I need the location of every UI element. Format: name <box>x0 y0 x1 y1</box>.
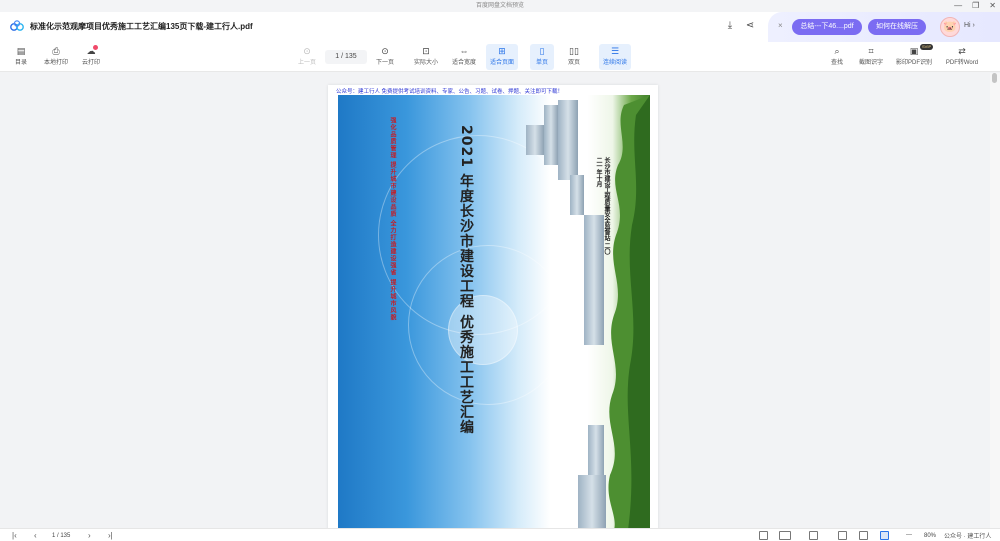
pdf-ocr-label: 影印PDF识别 <box>895 60 932 66</box>
close-icon[interactable]: ✕ <box>989 0 996 12</box>
fit-width-small-icon[interactable] <box>859 531 868 540</box>
scrollbar-thumb[interactable] <box>992 73 997 83</box>
vertical-scrollbar[interactable] <box>990 73 1000 528</box>
single-view-icon[interactable] <box>759 531 768 540</box>
next-page-icon: ⊙ <box>381 46 389 56</box>
greeting-link[interactable]: Hi › <box>964 22 975 29</box>
fit-page-small-icon[interactable] <box>880 531 889 540</box>
viewer-toolbar: ▤ 目录 ⎙ 本地打印 ☁ 云打印 ⊙ 上一页 1 / 135 ⊙ 下一页 ⊡ … <box>0 42 1000 72</box>
single-page-button[interactable]: ▯ 单页 <box>530 44 554 70</box>
bottom-page-indicator[interactable]: 1 / 135 <box>52 531 70 541</box>
window-title: 百度网盘文档预览 <box>475 3 524 9</box>
avatar[interactable]: 🐷 <box>940 17 960 37</box>
screenshot-ocr-button[interactable]: ⌗ 截图识字 <box>856 44 886 70</box>
cloud-print-button[interactable]: ☁ 云打印 <box>78 44 104 70</box>
prev-page-small-icon[interactable]: ‹ <box>34 530 37 541</box>
cover-title-line2: 优秀施工工艺汇编 <box>458 314 474 435</box>
screenshot-ocr-label: 截图识字 <box>858 60 883 66</box>
double-page-label: 双页 <box>567 60 580 66</box>
fit-page-label: 适合页面 <box>489 60 514 66</box>
page-notice-text: 公众号：建工行人 免费提供考试培训资料、专家、公告、习题、试卷、押题、关注即可下… <box>336 89 564 95</box>
recent-file-pill[interactable]: 总结---下46....pdf <box>792 19 862 35</box>
maximize-icon[interactable]: ❐ <box>972 0 979 12</box>
bottom-bar: |‹ ‹ 1 / 135 › ›| — 80% <box>0 528 1000 541</box>
document-viewport[interactable]: 公众号：建工行人 免费提供考试培训资料、专家、公告、习题、试卷、押题、关注即可下… <box>0 73 990 528</box>
toc-icon: ▤ <box>16 46 26 56</box>
search-label: 查找 <box>830 60 843 66</box>
cover-title: 2021 年度长沙市建设工程 优秀施工工艺汇编 <box>416 125 476 435</box>
cover-organization: 长沙市建设工程质量安全监督站 二〇二一年十月 <box>594 157 610 257</box>
promo-banner: × 总结---下46....pdf 如何在线解压 🐷 Hi › <box>768 12 1000 42</box>
promo-close-icon[interactable]: × <box>778 21 783 30</box>
window-controls: — ❐ ✕ <box>954 0 996 12</box>
single-page-label: 单页 <box>535 60 548 66</box>
zoom-level[interactable]: 80% <box>924 531 936 541</box>
fit-width-button[interactable]: ⇔ 适合宽度 <box>449 44 479 70</box>
double-page-icon: ▯▯ <box>569 46 579 56</box>
continuous-read-button[interactable]: ☰ 连续阅读 <box>599 44 631 70</box>
continuous-view-icon[interactable] <box>809 531 818 540</box>
prev-page-icon: ⊙ <box>303 46 311 56</box>
first-page-icon[interactable]: |‹ <box>12 530 17 541</box>
next-page-label: 下一页 <box>375 60 394 66</box>
pdf-to-word-button[interactable]: ⇄ PDF转Word <box>942 44 982 70</box>
cloud-print-label: 云打印 <box>81 60 100 66</box>
fit-width-label: 适合宽度 <box>451 60 476 66</box>
fit-width-icon: ⇔ <box>459 46 469 56</box>
pdf-page: 公众号：建工行人 免费提供考试培训资料、专家、公告、习题、试卷、押题、关注即可下… <box>328 85 658 528</box>
actual-size-small-icon[interactable] <box>838 531 847 540</box>
window-titlebar: 百度网盘文档预览 — ❐ ✕ <box>0 0 1000 12</box>
pdf-ocr-button[interactable]: ▣ SVIP 影印PDF识别 <box>894 44 934 70</box>
next-page-button[interactable]: ⊙ 下一页 <box>372 44 398 70</box>
last-page-icon[interactable]: ›| <box>108 530 113 541</box>
page-indicator[interactable]: 1 / 135 <box>325 50 367 64</box>
fit-page-button[interactable]: ⊞ 适合页面 <box>486 44 518 70</box>
online-unzip-pill[interactable]: 如何在线解压 <box>868 19 926 35</box>
local-print-button[interactable]: ⎙ 本地打印 <box>40 44 72 70</box>
minimize-icon[interactable]: — <box>954 0 962 12</box>
share-icon[interactable]: ⋖ <box>743 19 757 33</box>
screenshot-ocr-icon: ⌗ <box>868 46 874 56</box>
actual-size-icon: ⊡ <box>422 46 430 56</box>
cover-org-line1: 长沙市建设工程质量安全监督站 <box>603 157 609 241</box>
pdf-ocr-icon: ▣ SVIP <box>909 44 934 56</box>
prev-page-label: 上一页 <box>297 60 316 66</box>
prev-page-button[interactable]: ⊙ 上一页 <box>294 44 320 70</box>
cover-building <box>544 105 558 165</box>
pdf-to-word-label: PDF转Word <box>945 60 979 66</box>
continuous-read-label: 连续阅读 <box>602 60 627 66</box>
continuous-read-icon: ☰ <box>610 46 620 56</box>
actual-size-label: 实际大小 <box>413 60 438 66</box>
cover-building <box>558 100 578 180</box>
search-icon: ⌕ <box>834 46 840 56</box>
actual-size-button[interactable]: ⊡ 实际大小 <box>411 44 441 70</box>
cover-building <box>526 125 544 155</box>
double-page-button[interactable]: ▯▯ 双页 <box>562 44 586 70</box>
print-icon: ⎙ <box>52 46 60 56</box>
watermark: 公众号 · 建工行人 <box>944 534 992 540</box>
single-page-icon: ▯ <box>539 46 545 56</box>
zoom-out-icon[interactable]: — <box>906 530 912 541</box>
search-button[interactable]: ⌕ 查找 <box>826 44 848 70</box>
cover-building <box>570 175 584 215</box>
fit-page-icon: ⊞ <box>498 46 506 56</box>
download-icon[interactable]: ⤓ <box>723 19 737 33</box>
toc-button[interactable]: ▤ 目录 <box>8 44 34 70</box>
double-view-icon[interactable] <box>779 531 791 540</box>
cover-slogan: 强化品质管理 提升城市建设品质 全力打造建设强省 提升城市风貌 <box>389 117 395 322</box>
baidu-netdisk-logo-icon <box>10 20 24 31</box>
cover-title-line1: 2021 年度长沙市建设工程 <box>458 125 474 309</box>
cover-image: 强化品质管理 提升城市建设品质 全力打造建设强省 提升城市风貌 2021 年度长… <box>338 95 650 528</box>
document-title: 标准化示范观摩项目优秀施工工艺汇编135页下载-建工行人.pdf <box>30 22 253 31</box>
next-page-small-icon[interactable]: › <box>88 530 91 541</box>
notification-dot <box>93 45 98 50</box>
pdf-to-word-icon: ⇄ <box>958 46 966 56</box>
local-print-label: 本地打印 <box>43 60 68 66</box>
svip-badge: SVIP <box>920 44 934 50</box>
toc-label: 目录 <box>14 60 27 66</box>
